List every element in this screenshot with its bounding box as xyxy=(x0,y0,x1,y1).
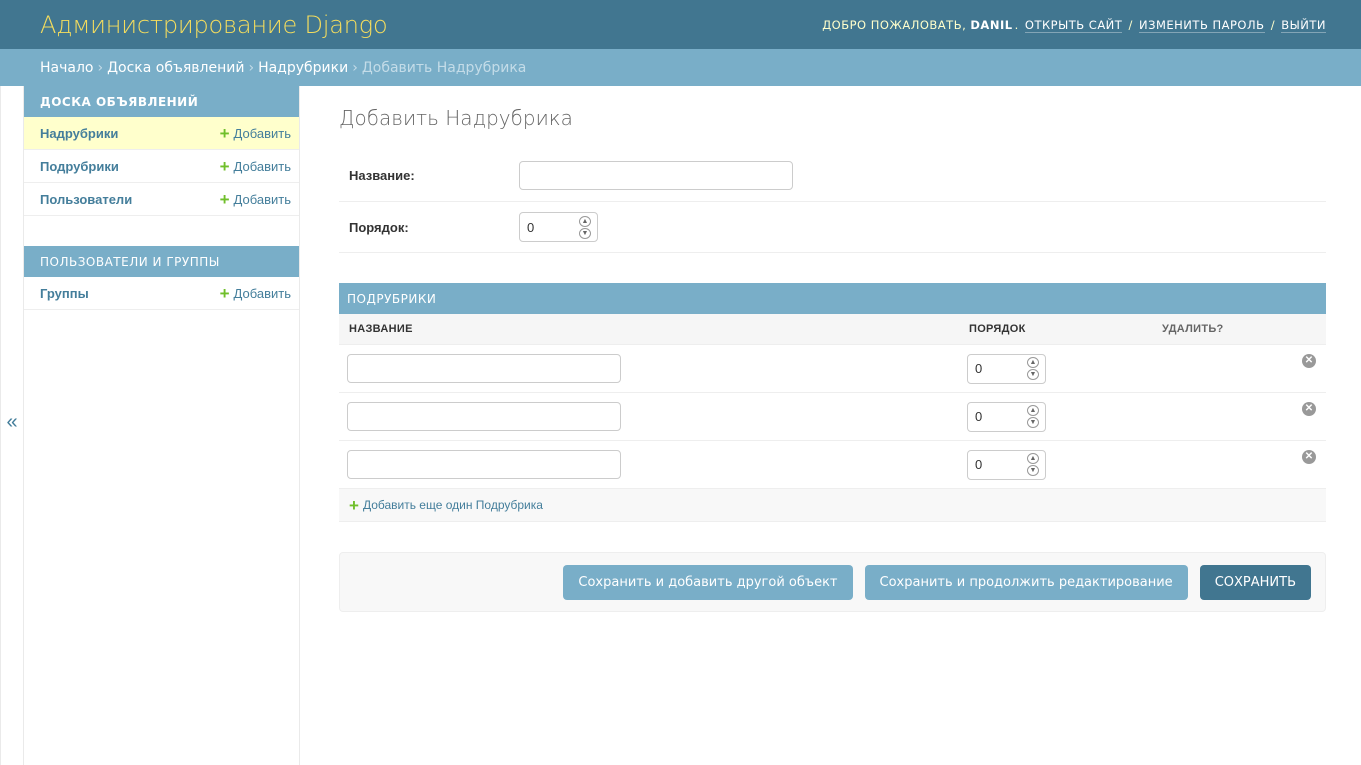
inline-order-stepper[interactable]: 0 ▲ ▼ xyxy=(967,353,1046,384)
breadcrumb: Начало › Доска объявлений › Надрубрики ›… xyxy=(0,49,1361,86)
column-header-name: Название xyxy=(349,323,413,335)
name-field[interactable] xyxy=(519,161,793,190)
breadcrumb-separator: › xyxy=(352,59,358,76)
breadcrumb-home[interactable]: Начало xyxy=(40,60,93,76)
column-header-delete: Удалить? xyxy=(1162,323,1224,335)
order-value: 0 xyxy=(975,457,983,472)
sidebar-item-label[interactable]: Надрубрики xyxy=(40,126,118,141)
inline-caption: Подрубрики xyxy=(339,283,1326,314)
page-title: Добавить Надрубрика xyxy=(339,106,573,130)
form-row-name: Название: xyxy=(339,150,1326,202)
sidebar-toggle-button[interactable]: « xyxy=(0,86,24,765)
app-caption-board[interactable]: Доска объявлений xyxy=(24,86,299,117)
spinner: ▲ ▼ xyxy=(1027,357,1039,380)
column-header-order: Порядок xyxy=(969,323,1026,335)
name-label: Название: xyxy=(349,168,415,183)
inline-order-stepper[interactable]: 0 ▲ ▼ xyxy=(967,449,1046,480)
table-row: 0 ▲ ▼ ✕ xyxy=(339,345,1326,393)
add-link-label: Добавить xyxy=(233,125,291,141)
site-branding[interactable]: Администрирование Django xyxy=(40,11,388,39)
order-value: 0 xyxy=(527,219,535,235)
username: DANIL xyxy=(970,17,1013,32)
spin-up-icon[interactable]: ▲ xyxy=(1027,405,1039,416)
inline-name-field[interactable] xyxy=(347,402,621,431)
spin-down-icon[interactable]: ▼ xyxy=(1027,465,1039,476)
order-label: Порядок: xyxy=(349,219,409,235)
breadcrumb-separator: › xyxy=(97,59,104,76)
submit-row: Сохранить и добавить другой объект Сохра… xyxy=(339,552,1326,612)
app-caption-auth[interactable]: Пользователи и группы xyxy=(24,246,299,277)
header: Администрирование Django ДОБРО ПОЖАЛОВАТ… xyxy=(0,0,1361,49)
add-group-link[interactable]: + Добавить xyxy=(220,285,291,302)
app-module-auth: Пользователи и группы Группы + Добавить xyxy=(24,246,299,310)
plus-icon: + xyxy=(349,495,359,515)
form-row-order: Порядок: 0 ▲ ▼ xyxy=(339,202,1326,253)
breadcrumb-separator: › xyxy=(248,59,255,76)
spin-up-icon[interactable]: ▲ xyxy=(1027,357,1039,368)
add-user-link[interactable]: + Добавить xyxy=(220,191,291,208)
spin-down-icon[interactable]: ▼ xyxy=(1027,417,1039,428)
delete-row-icon[interactable]: ✕ xyxy=(1302,450,1316,464)
plus-icon: + xyxy=(219,123,230,143)
order-value: 0 xyxy=(975,409,983,424)
inline-group-podrubriki: Подрубрики Название Порядок Удалить? 0 ▲… xyxy=(339,283,1326,522)
add-link-label: Добавить xyxy=(233,191,291,207)
content: Добавить Надрубрика Название: Порядок: 0… xyxy=(300,86,1361,765)
sidebar-item-groups: Группы + Добавить xyxy=(24,277,299,310)
breadcrumb-current: Добавить Надрубрика xyxy=(361,59,527,76)
order-stepper[interactable]: 0 ▲ ▼ xyxy=(519,212,598,242)
spin-up-icon[interactable]: ▲ xyxy=(579,215,591,227)
delete-row-icon[interactable]: ✕ xyxy=(1302,402,1316,416)
add-another-link[interactable]: + Добавить еще один Подрубрика xyxy=(349,497,543,514)
user-tools: ДОБРО ПОЖАЛОВАТЬ, DANIL. ОТКРЫТЬ САЙТ / … xyxy=(822,17,1326,33)
inline-order-stepper[interactable]: 0 ▲ ▼ xyxy=(967,401,1046,432)
nav-sidebar: Доска объявлений Надрубрики + Добавить П… xyxy=(24,86,300,765)
sidebar-item-label[interactable]: Пользователи xyxy=(40,192,132,207)
spin-up-icon[interactable]: ▲ xyxy=(1027,453,1039,464)
spin-down-icon[interactable]: ▼ xyxy=(579,227,591,239)
sidebar-item-label[interactable]: Подрубрики xyxy=(40,159,119,174)
plus-icon: + xyxy=(219,283,230,303)
main-area: « Доска объявлений Надрубрики + Добавить… xyxy=(0,86,1361,765)
welcome-text: ДОБРО ПОЖАЛОВАТЬ, xyxy=(822,17,967,32)
add-link-label: Добавить xyxy=(233,285,291,301)
table-row: 0 ▲ ▼ ✕ xyxy=(339,393,1326,441)
logout-link[interactable]: ВЫЙТИ xyxy=(1281,17,1326,33)
plus-icon: + xyxy=(219,156,230,176)
spinner: ▲ ▼ xyxy=(1027,405,1039,428)
plus-icon: + xyxy=(219,189,230,209)
breadcrumb-app[interactable]: Доска объявлений xyxy=(107,60,244,76)
breadcrumb-model[interactable]: Надрубрики xyxy=(258,60,348,76)
inline-name-field[interactable] xyxy=(347,354,621,383)
inline-name-field[interactable] xyxy=(347,450,621,479)
sidebar-item-label[interactable]: Группы xyxy=(40,286,89,301)
save-button[interactable]: Сохранить xyxy=(1199,564,1311,600)
delete-row-icon[interactable]: ✕ xyxy=(1302,354,1316,368)
sidebar-item-podrubriki: Подрубрики + Добавить xyxy=(24,150,299,183)
save-and-add-another-button[interactable]: Сохранить и добавить другой объект xyxy=(563,564,853,600)
add-another-label: Добавить еще один Подрубрика xyxy=(362,498,543,512)
change-password-link[interactable]: ИЗМЕНИТЬ ПАРОЛЬ xyxy=(1139,17,1265,33)
table-row: 0 ▲ ▼ ✕ xyxy=(339,441,1326,489)
add-podrubrika-link[interactable]: + Добавить xyxy=(220,158,291,175)
app-module-board: Доска объявлений Надрубрики + Добавить П… xyxy=(24,86,299,216)
add-row: + Добавить еще один Подрубрика xyxy=(339,489,1326,522)
add-nadrubrika-link[interactable]: + Добавить xyxy=(220,125,291,142)
view-site-link[interactable]: ОТКРЫТЬ САЙТ xyxy=(1024,17,1123,33)
spin-down-icon[interactable]: ▼ xyxy=(1027,369,1039,380)
order-value: 0 xyxy=(975,361,983,376)
sidebar-item-users: Пользователи + Добавить xyxy=(24,183,299,216)
spinner: ▲ ▼ xyxy=(1027,453,1039,476)
save-and-continue-button[interactable]: Сохранить и продолжить редактирование xyxy=(864,564,1188,600)
spinner: ▲ ▼ xyxy=(579,215,591,239)
sidebar-item-nadrubriki: Надрубрики + Добавить xyxy=(24,117,299,150)
add-link-label: Добавить xyxy=(233,158,291,174)
inline-table-header: Название Порядок Удалить? xyxy=(339,314,1326,345)
